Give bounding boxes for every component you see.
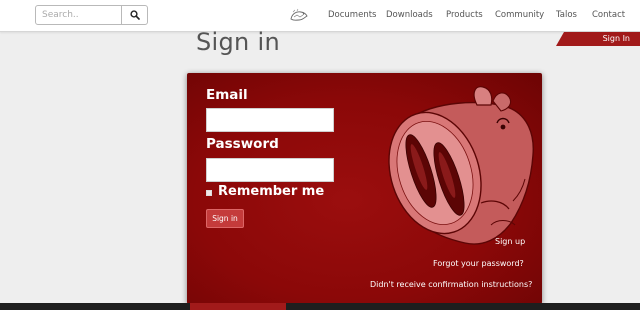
remember-me-label[interactable]: Remember me [218, 184, 324, 200]
nav-link-talos[interactable]: Talos [556, 0, 577, 31]
confirmation-instructions-link[interactable]: Didn't receive confirmation instructions… [370, 280, 532, 290]
nav-link-downloads[interactable]: Downloads [386, 0, 433, 31]
email-field[interactable] [206, 108, 334, 132]
search-icon [129, 10, 140, 20]
footer-accent [190, 303, 286, 310]
tab-sign-in-label: Sign In [602, 34, 630, 43]
nav-link-products[interactable]: Products [446, 0, 483, 31]
search-button[interactable] [121, 6, 147, 24]
nav-link-documents[interactable]: Documents [328, 0, 376, 31]
email-label: Email [206, 87, 248, 103]
password-field[interactable] [206, 158, 334, 182]
pig-mascot-icon [388, 86, 534, 245]
sign-in-button[interactable]: Sign in [206, 209, 244, 228]
nav-link-contact[interactable]: Contact [592, 0, 625, 31]
tab-sign-in[interactable]: Sign In [556, 32, 640, 46]
password-label: Password [206, 136, 279, 152]
forgot-password-link[interactable]: Forgot your password? [433, 259, 524, 269]
nav-link-community[interactable]: Community [495, 0, 544, 31]
logo-icon[interactable] [289, 8, 309, 24]
remember-me-checkbox[interactable] [206, 190, 212, 196]
top-navigation-bar: Documents Downloads Products Community T… [0, 0, 640, 32]
search-box [35, 5, 148, 25]
page-title: Sign in [196, 28, 280, 56]
footer-bar [0, 303, 640, 310]
search-input[interactable] [36, 6, 129, 24]
sign-in-card: Email Password Remember me Sign in Sign … [187, 73, 542, 304]
sign-up-link[interactable]: Sign up [495, 237, 525, 247]
